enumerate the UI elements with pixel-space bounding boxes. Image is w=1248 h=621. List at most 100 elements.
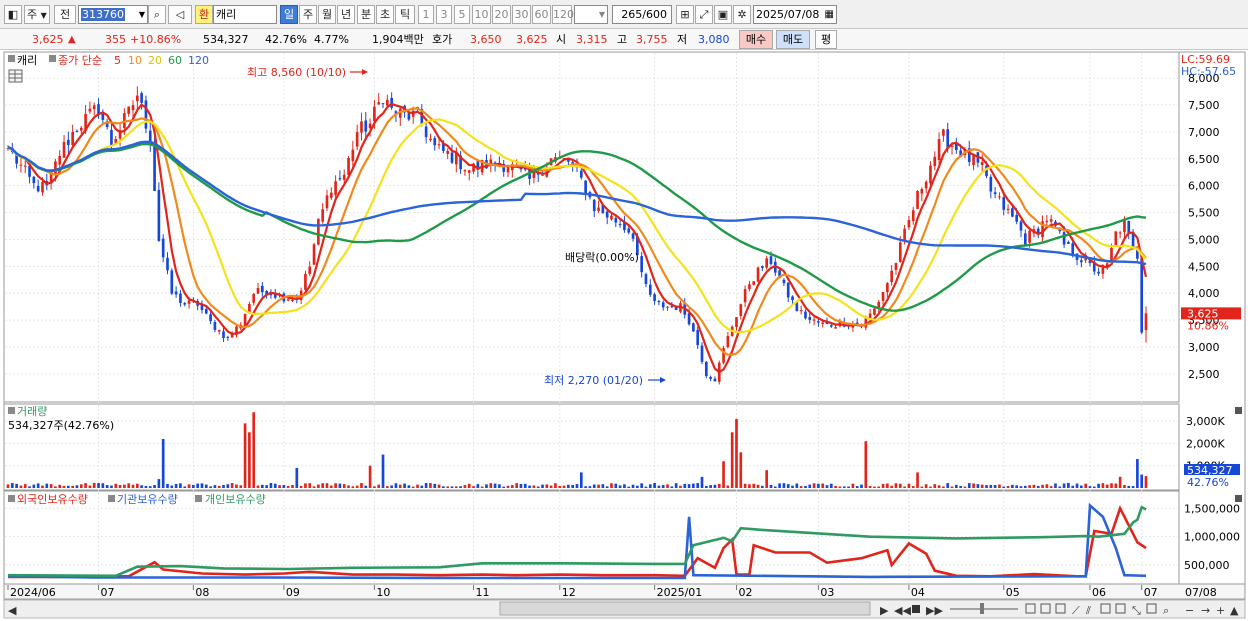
volume-bar — [614, 483, 618, 488]
bar-count-input[interactable]: 265/600 — [612, 5, 672, 24]
candle-body — [386, 99, 389, 106]
volume-bar — [15, 483, 18, 488]
chart-type-icon[interactable]: ⊞ — [676, 5, 694, 24]
eval-button[interactable]: 평 — [815, 30, 837, 49]
volume-bar — [515, 483, 518, 488]
volume-bar — [127, 483, 131, 488]
pane-close-icon[interactable] — [1235, 407, 1242, 414]
zoom-out-icon[interactable]: − — [1185, 604, 1194, 617]
volume-bar — [183, 486, 187, 488]
triangle-icon[interactable]: ▲ — [1230, 604, 1239, 617]
calendar-icon[interactable]: ▦ — [825, 6, 834, 23]
candle-body — [761, 266, 764, 268]
scroll-left-icon[interactable]: ◀ — [8, 604, 17, 617]
period-second[interactable]: 초 — [376, 5, 394, 24]
x-axis-label: 2024/06 — [10, 586, 56, 599]
volume-bar — [295, 467, 299, 488]
candle-body — [726, 336, 730, 348]
volume-bar — [903, 486, 906, 488]
period-week[interactable]: 주 — [299, 5, 317, 24]
volume-bar — [916, 472, 919, 488]
candle-body — [351, 149, 355, 162]
scroll-thumb[interactable] — [499, 601, 871, 616]
stock-code-input[interactable]: 313760 ▼ — [78, 5, 148, 24]
period-day[interactable]: 일 — [280, 5, 298, 24]
volume-bar — [1049, 486, 1053, 488]
period-tick[interactable]: 틱 — [395, 5, 415, 24]
volume-bar — [752, 483, 756, 488]
candle-body — [226, 336, 230, 338]
period-year[interactable]: 년 — [337, 5, 355, 24]
sound-icon[interactable]: ◁ — [168, 5, 192, 24]
volume-bar — [299, 486, 303, 488]
volume-bar — [282, 485, 286, 488]
stock-name-field[interactable]: 캐리 — [213, 5, 277, 24]
interval-120[interactable]: 120 — [552, 5, 574, 24]
legend-square-icon — [8, 407, 15, 414]
chevron-down-icon[interactable]: ▼ — [599, 6, 605, 23]
period-minute[interactable]: 분 — [357, 5, 375, 24]
volume-bar — [450, 486, 454, 488]
candle-body — [592, 199, 596, 212]
candle-body — [75, 130, 79, 132]
sell-button[interactable]: 매도 — [776, 30, 810, 49]
quote-bar: 3,625 ▲ 355 +10.86% 534,327 42.76% 4.77%… — [0, 29, 1248, 50]
pane-close-icon[interactable] — [1235, 495, 1242, 502]
volume-bar — [808, 484, 812, 488]
volume-bar — [623, 484, 626, 488]
date-input[interactable]: 2025/07/08 ▦ — [753, 5, 837, 24]
open-label: 시 — [556, 33, 567, 46]
hwan-toggle[interactable]: 환 — [195, 5, 213, 24]
chart-canvas[interactable]: 2024/06 07 08 09 10 11 12 2025/01 02 03 04 05 06 07 2… — [0, 50, 1248, 621]
volume-bar — [739, 452, 743, 488]
volume-bar — [351, 486, 355, 488]
volume-bar — [75, 485, 79, 488]
interval-3[interactable]: 3 — [436, 5, 452, 24]
buy-button[interactable]: 매수 — [739, 30, 773, 49]
speed-slider-thumb[interactable] — [980, 603, 984, 614]
prev-stock-button[interactable]: 전 — [54, 5, 76, 24]
volume-bar — [528, 485, 531, 488]
volume-bar — [373, 486, 376, 488]
trend-icon[interactable]: ⟋ — [1072, 604, 1080, 617]
draw-tool-icon[interactable]: ⤢ — [695, 5, 713, 24]
volume-bar — [765, 470, 768, 488]
interval-30[interactable]: 30 — [512, 5, 531, 24]
resize-icon[interactable]: ⤡ — [1132, 604, 1141, 617]
stop-icon[interactable] — [912, 605, 920, 613]
x-axis-label: 10 — [376, 586, 390, 599]
candle-body — [907, 220, 911, 228]
zoom-icon[interactable]: ⌕ — [1163, 604, 1169, 617]
interval-1[interactable]: 1 — [418, 5, 434, 24]
candle-body — [653, 294, 656, 301]
volume-bar — [433, 483, 437, 488]
interval-10[interactable]: 10 — [472, 5, 491, 24]
stock-code-value: 313760 — [81, 8, 125, 21]
chevron-down-icon[interactable]: ▼ — [139, 6, 145, 23]
interval-20[interactable]: 20 — [492, 5, 511, 24]
legend-square-icon — [49, 55, 56, 62]
market-select[interactable]: 주 ▼ — [24, 5, 50, 24]
volume-bar — [269, 483, 273, 488]
search-icon[interactable]: ⌕ — [148, 5, 166, 24]
window-menu-icon[interactable]: ◧ — [4, 5, 22, 24]
interval-5[interactable]: 5 — [454, 5, 470, 24]
gear-icon[interactable]: ✲ — [733, 5, 751, 24]
scroll-right-icon[interactable]: ▶ — [880, 604, 889, 617]
candle-body — [1097, 271, 1100, 274]
split-icon[interactable]: ⫽ — [1085, 604, 1091, 617]
zoom-in-icon[interactable]: + — [1216, 604, 1225, 617]
volume-bar — [239, 485, 243, 488]
fast-forward-icon[interactable]: ▶▶ — [926, 604, 943, 617]
candle-body — [174, 291, 178, 295]
volume-bar — [446, 486, 450, 488]
save-icon[interactable]: ▣ — [714, 5, 732, 24]
interval-custom-input[interactable]: ▼ — [574, 5, 608, 24]
open-price: 3,315 — [576, 33, 608, 46]
x-axis-right-label: 07/08 — [1185, 586, 1217, 599]
interval-60[interactable]: 60 — [532, 5, 551, 24]
volume-bar — [84, 483, 87, 488]
arrow-icon[interactable]: → — [1201, 604, 1210, 617]
rewind-icon[interactable]: ◀◀ — [894, 604, 911, 617]
period-month[interactable]: 월 — [318, 5, 336, 24]
